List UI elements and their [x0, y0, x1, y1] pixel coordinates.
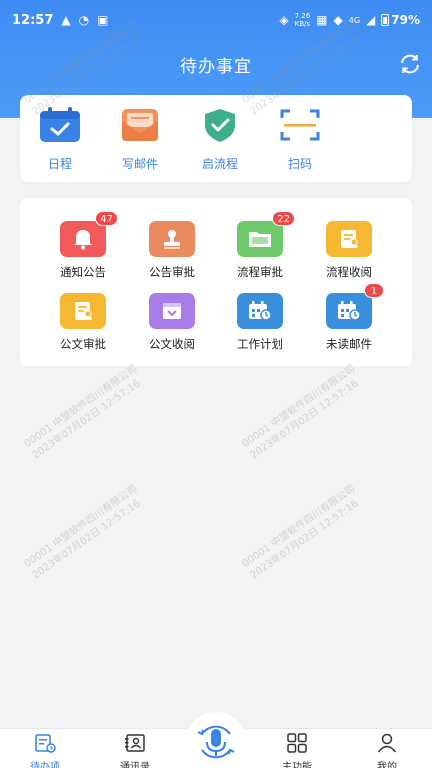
app-process-approval[interactable]: 22 流程审批	[215, 211, 305, 280]
tab-label: 主功能	[282, 762, 312, 768]
calendar-clock-icon: 1	[326, 283, 384, 329]
wifi-icon: ◆	[333, 13, 343, 27]
shield-check-icon	[205, 109, 235, 142]
calendar-icon	[40, 107, 80, 142]
warning-icon: ▲	[61, 13, 71, 27]
watermark-line: 00001 中望软件四川有限公司	[240, 363, 358, 450]
inbox-icon	[149, 293, 195, 329]
tab-main-functions[interactable]: 主功能	[267, 733, 327, 768]
refresh-icon[interactable]	[398, 52, 422, 76]
quick-action-label: 写邮件	[121, 157, 158, 171]
watermark: 00001 中望软件四川有限公司 2023年07月02日 12:57:16	[22, 483, 149, 583]
quick-action-label: 扫码	[287, 157, 312, 171]
app-notice[interactable]: 47 通知公告	[38, 211, 128, 280]
quick-action-label: 启流程	[201, 157, 238, 171]
microphone-icon	[197, 725, 235, 759]
unread-mail-badge: 1	[364, 283, 384, 298]
battery: 79%	[381, 13, 420, 27]
watermark-line: 2023年07月02日 12:57:16	[248, 498, 361, 582]
network-speed: 7.26 KB/s	[295, 12, 311, 28]
scan-icon	[280, 109, 320, 141]
watermark-line: 00001 中望软件四川有限公司	[240, 483, 358, 570]
quick-action-schedule[interactable]: 日程	[20, 107, 100, 172]
app-logo-icon: ▣	[97, 13, 109, 27]
speed-unit: KB/s	[294, 20, 311, 28]
app-label: 通知公告	[60, 265, 106, 279]
app-unread-mail[interactable]: 1 未读邮件	[304, 283, 394, 352]
app-document-approval[interactable]: 公文审批	[38, 293, 128, 352]
watermark-line: 2023年07月02日 12:57:16	[248, 378, 361, 462]
nfc-icon: ▦	[316, 13, 328, 27]
process-badge: 22	[272, 211, 295, 226]
quick-action-write-mail[interactable]: 写邮件	[100, 107, 180, 172]
watermark: 00001 中望软件四川有限公司 2023年07月02日 12:57:16	[22, 363, 149, 463]
watermark-line: 2023年07月02日 12:57:16	[30, 378, 143, 462]
tab-contacts[interactable]: 通讯录	[105, 733, 165, 768]
status-time: 12:57	[12, 12, 54, 28]
app-label: 工作计划	[237, 337, 283, 351]
app-notice-approval[interactable]: 公告审批	[127, 221, 217, 280]
battery-icon	[381, 14, 390, 26]
app-work-plan[interactable]: 工作计划	[215, 293, 305, 352]
quick-actions-card: 日程 写邮件 启流程 扫码	[20, 95, 412, 182]
status-bar: 12:57 ▲ ◔ ▣ ◈ 7.26 KB/s ▦ ◆ 4G ◢ 79%	[0, 0, 432, 40]
tab-label: 我的	[377, 762, 397, 768]
tab-todo[interactable]: 待办项	[15, 733, 75, 768]
person-icon	[377, 733, 397, 753]
vibrate-icon: ◈	[279, 13, 289, 27]
quick-action-scan[interactable]: 扫码	[260, 107, 340, 172]
quick-action-start-process[interactable]: 启流程	[180, 107, 260, 172]
network-type: 4G	[348, 15, 361, 25]
document-user-icon	[60, 293, 106, 329]
page-title: 待办事宜	[180, 57, 252, 77]
app-label: 未读邮件	[326, 337, 372, 351]
voice-assistant-button[interactable]	[185, 712, 247, 768]
quick-action-label: 日程	[47, 157, 72, 171]
mail-icon	[122, 109, 158, 141]
bell-icon: 47	[60, 211, 118, 257]
contacts-icon	[125, 734, 145, 752]
app-notification-icon: ◔	[78, 13, 90, 27]
watermark-line: 00001 中望软件四川有限公司	[22, 483, 140, 570]
apps-card: 47 通知公告 公告审批 22 流程审批 流程收阅 公文审批 公文收阅 工作计划…	[20, 198, 412, 366]
watermark: 00001 中望软件四川有限公司 2023年07月02日 12:57:16	[240, 483, 367, 583]
speed-value: 7.26	[294, 12, 311, 20]
tab-mine[interactable]: 我的	[357, 733, 417, 768]
tab-label: 待办项	[30, 762, 60, 768]
stamp-icon	[149, 221, 195, 257]
notice-badge: 47	[95, 211, 118, 226]
watermark-line: 2023年07月02日 12:57:16	[30, 498, 143, 582]
watermark-line: 00001 中望软件四川有限公司	[22, 363, 140, 450]
document-user-icon	[326, 221, 372, 257]
app-label: 公告审批	[149, 265, 195, 279]
folder-icon: 22	[237, 211, 295, 257]
todo-icon	[35, 734, 56, 753]
app-label: 公文收阅	[149, 337, 195, 351]
app-label: 流程审批	[237, 265, 283, 279]
tab-label: 通讯录	[120, 762, 150, 768]
signal-icon: ◢	[366, 13, 376, 27]
app-label: 流程收阅	[326, 265, 372, 279]
grid-icon	[287, 733, 307, 753]
battery-level: 79%	[391, 13, 420, 27]
app-label: 公文审批	[60, 337, 106, 351]
app-document-review[interactable]: 公文收阅	[127, 293, 217, 352]
watermark: 00001 中望软件四川有限公司 2023年07月02日 12:57:16	[240, 363, 367, 463]
app-process-review[interactable]: 流程收阅	[304, 221, 394, 280]
calendar-clock-icon	[237, 293, 283, 329]
